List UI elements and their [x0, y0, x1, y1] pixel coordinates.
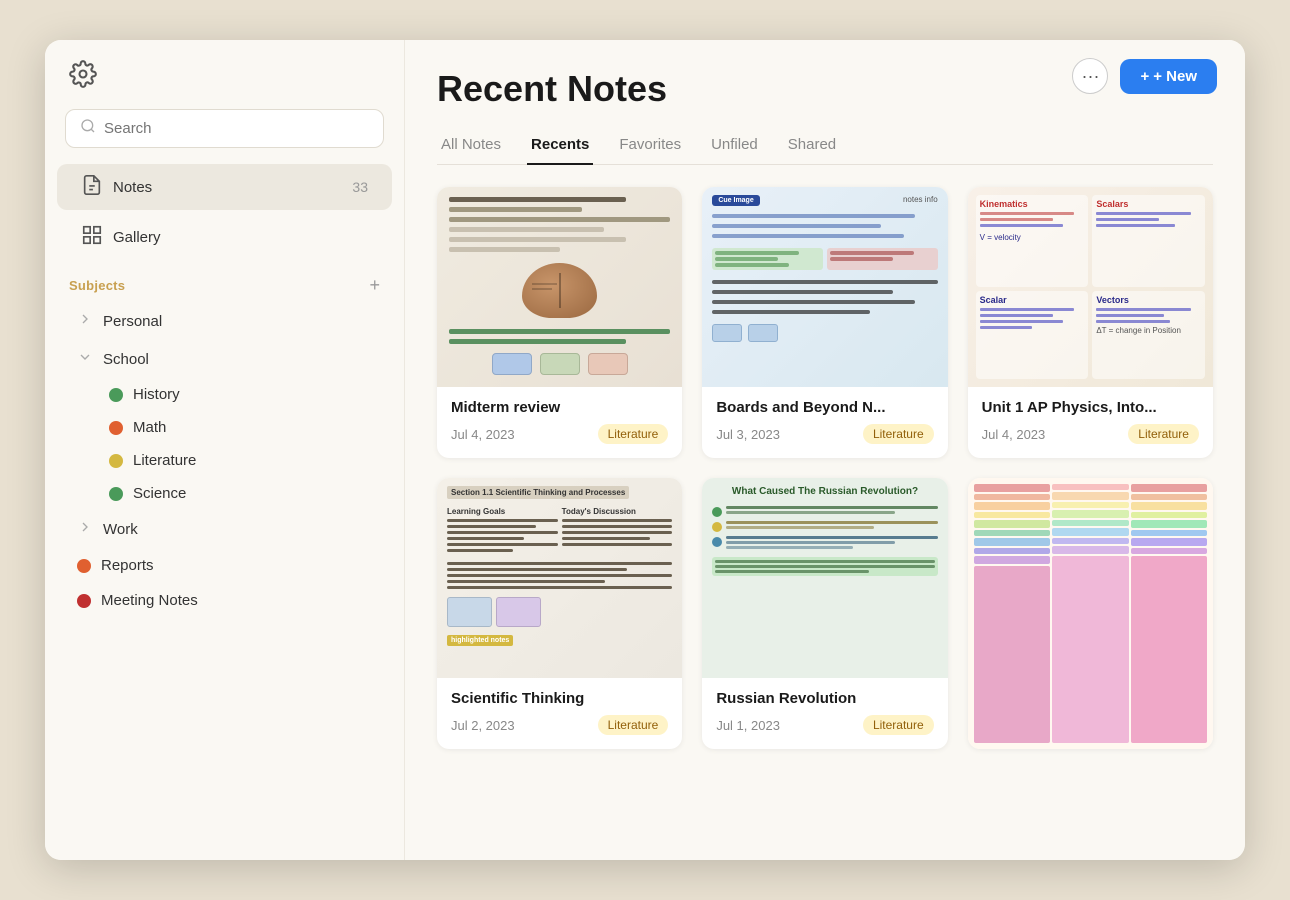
search-input[interactable]	[104, 120, 369, 137]
subject-math-label: Math	[133, 419, 166, 436]
note-thumbnail-2: Cue Image notes info	[702, 187, 947, 387]
meeting-notes-dot	[77, 594, 91, 608]
note-title-2: Boards and Beyond N...	[716, 399, 933, 416]
subjects-header: Subjects +	[45, 262, 404, 302]
note-title-4: Scientific Thinking	[451, 690, 668, 707]
tab-all-notes[interactable]: All Notes	[437, 128, 505, 165]
main-content: ··· + + New Recent Notes All Notes Recen…	[405, 40, 1245, 860]
notes-count: 33	[352, 179, 368, 195]
subject-reports-label: Reports	[101, 557, 154, 574]
more-options-button[interactable]: ···	[1072, 58, 1108, 94]
math-dot	[109, 421, 123, 435]
history-dot	[109, 388, 123, 402]
physics-box-1: Kinematics V = velocity	[976, 195, 1089, 287]
notes-grid: Midterm review Jul 4, 2023 Literature	[437, 187, 1213, 749]
note-info-1: Midterm review Jul 4, 2023 Literature	[437, 387, 682, 458]
note-date-3: Jul 4, 2023	[982, 427, 1046, 442]
new-note-button[interactable]: + + New	[1120, 59, 1217, 94]
subject-item-work[interactable]: Work	[53, 511, 396, 547]
physics-box-3: Scalar	[976, 291, 1089, 380]
note-date-4: Jul 2, 2023	[451, 718, 515, 733]
note-thumbnail-6	[968, 478, 1213, 749]
subject-literature-label: Literature	[133, 452, 196, 469]
subject-school-label: School	[103, 351, 149, 368]
content-area: Recent Notes All Notes Recents Favorites…	[405, 40, 1245, 860]
tab-favorites[interactable]: Favorites	[615, 128, 685, 165]
gear-icon[interactable]	[69, 60, 97, 93]
note-tag-2: Literature	[863, 424, 934, 444]
note-title-1: Midterm review	[451, 399, 668, 416]
subject-item-literature[interactable]: Literature	[53, 445, 396, 476]
note-tag-4: Literature	[598, 715, 669, 735]
note-date-1: Jul 4, 2023	[451, 427, 515, 442]
literature-dot	[109, 454, 123, 468]
note-thumbnail-3: Kinematics V = velocity Scalars	[968, 187, 1213, 387]
tab-recents[interactable]: Recents	[527, 128, 593, 165]
note-tag-1: Literature	[598, 424, 669, 444]
notes-icon	[81, 174, 103, 200]
physics-box-4: Vectors ΔT = change in Position	[1092, 291, 1205, 380]
subjects-title: Subjects	[69, 278, 125, 293]
subject-history-label: History	[133, 386, 180, 403]
plus-icon: +	[1140, 68, 1149, 85]
subject-item-meeting-notes[interactable]: Meeting Notes	[53, 584, 396, 617]
subject-personal-label: Personal	[103, 313, 162, 330]
gallery-icon	[81, 224, 103, 250]
note-tag-3: Literature	[1128, 424, 1199, 444]
note-info-5: Russian Revolution Jul 1, 2023 Literatur…	[702, 678, 947, 749]
note-card-russian[interactable]: What Caused The Russian Revolution?	[702, 478, 947, 749]
note-title-3: Unit 1 AP Physics, Into...	[982, 399, 1199, 416]
note-info-4: Scientific Thinking Jul 2, 2023 Literatu…	[437, 678, 682, 749]
note-card-boards-beyond[interactable]: Cue Image notes info	[702, 187, 947, 458]
note-card-color-chart[interactable]: Color Chart Notes Jul 4, 2023 Literature	[968, 478, 1213, 749]
note-info-2: Boards and Beyond N... Jul 3, 2023 Liter…	[702, 387, 947, 458]
note-card-physics[interactable]: Kinematics V = velocity Scalars	[968, 187, 1213, 458]
note-info-3: Unit 1 AP Physics, Into... Jul 4, 2023 L…	[968, 387, 1213, 458]
sidebar-header	[45, 40, 404, 109]
note-tag-5: Literature	[863, 715, 934, 735]
subject-item-personal[interactable]: Personal	[53, 303, 396, 339]
sidebar-item-gallery[interactable]: Gallery	[57, 214, 392, 260]
search-icon	[80, 118, 96, 139]
tab-shared[interactable]: Shared	[784, 128, 840, 165]
subject-item-reports[interactable]: Reports	[53, 549, 396, 582]
sidebar-item-gallery-label: Gallery	[113, 229, 161, 246]
subject-science-label: Science	[133, 485, 186, 502]
subject-item-science[interactable]: Science	[53, 478, 396, 509]
subject-meeting-notes-label: Meeting Notes	[101, 592, 198, 609]
subjects-add-button[interactable]: +	[369, 276, 380, 294]
tabs-bar: All Notes Recents Favorites Unfiled Shar…	[437, 128, 1213, 165]
note-date-2: Jul 3, 2023	[716, 427, 780, 442]
note-meta-2: Jul 3, 2023 Literature	[716, 424, 933, 444]
main-header: ··· + + New	[1044, 40, 1245, 112]
physics-box-2: Scalars	[1092, 195, 1205, 287]
note-meta-3: Jul 4, 2023 Literature	[982, 424, 1199, 444]
note-meta-1: Jul 4, 2023 Literature	[451, 424, 668, 444]
note-card-scientific[interactable]: Section 1.1 Scientific Thinking and Proc…	[437, 478, 682, 749]
reports-dot	[77, 559, 91, 573]
subject-item-history[interactable]: History	[53, 379, 396, 410]
tab-unfiled[interactable]: Unfiled	[707, 128, 762, 165]
app-window: Notes 33 Gallery Subjects +	[45, 40, 1245, 860]
note-title-5: Russian Revolution	[716, 690, 933, 707]
chevron-right-icon-work	[77, 519, 93, 539]
subject-item-math[interactable]: Math	[53, 412, 396, 443]
note-thumbnail-5: What Caused The Russian Revolution?	[702, 478, 947, 678]
science-dot	[109, 487, 123, 501]
subject-work-label: Work	[103, 521, 138, 538]
note-card-midterm-review[interactable]: Midterm review Jul 4, 2023 Literature	[437, 187, 682, 458]
note-date-5: Jul 1, 2023	[716, 718, 780, 733]
note-meta-5: Jul 1, 2023 Literature	[716, 715, 933, 735]
sidebar-item-notes-label: Notes	[113, 179, 152, 196]
sidebar-item-notes[interactable]: Notes 33	[57, 164, 392, 210]
sidebar: Notes 33 Gallery Subjects +	[45, 40, 405, 860]
more-icon: ···	[1081, 66, 1099, 87]
note-thumbnail-1	[437, 187, 682, 387]
subject-item-school[interactable]: School	[53, 341, 396, 377]
chevron-right-icon-personal	[77, 311, 93, 331]
search-bar[interactable]	[65, 109, 384, 148]
note-meta-4: Jul 2, 2023 Literature	[451, 715, 668, 735]
chevron-down-icon-school	[77, 349, 93, 369]
note-thumbnail-4: Section 1.1 Scientific Thinking and Proc…	[437, 478, 682, 678]
